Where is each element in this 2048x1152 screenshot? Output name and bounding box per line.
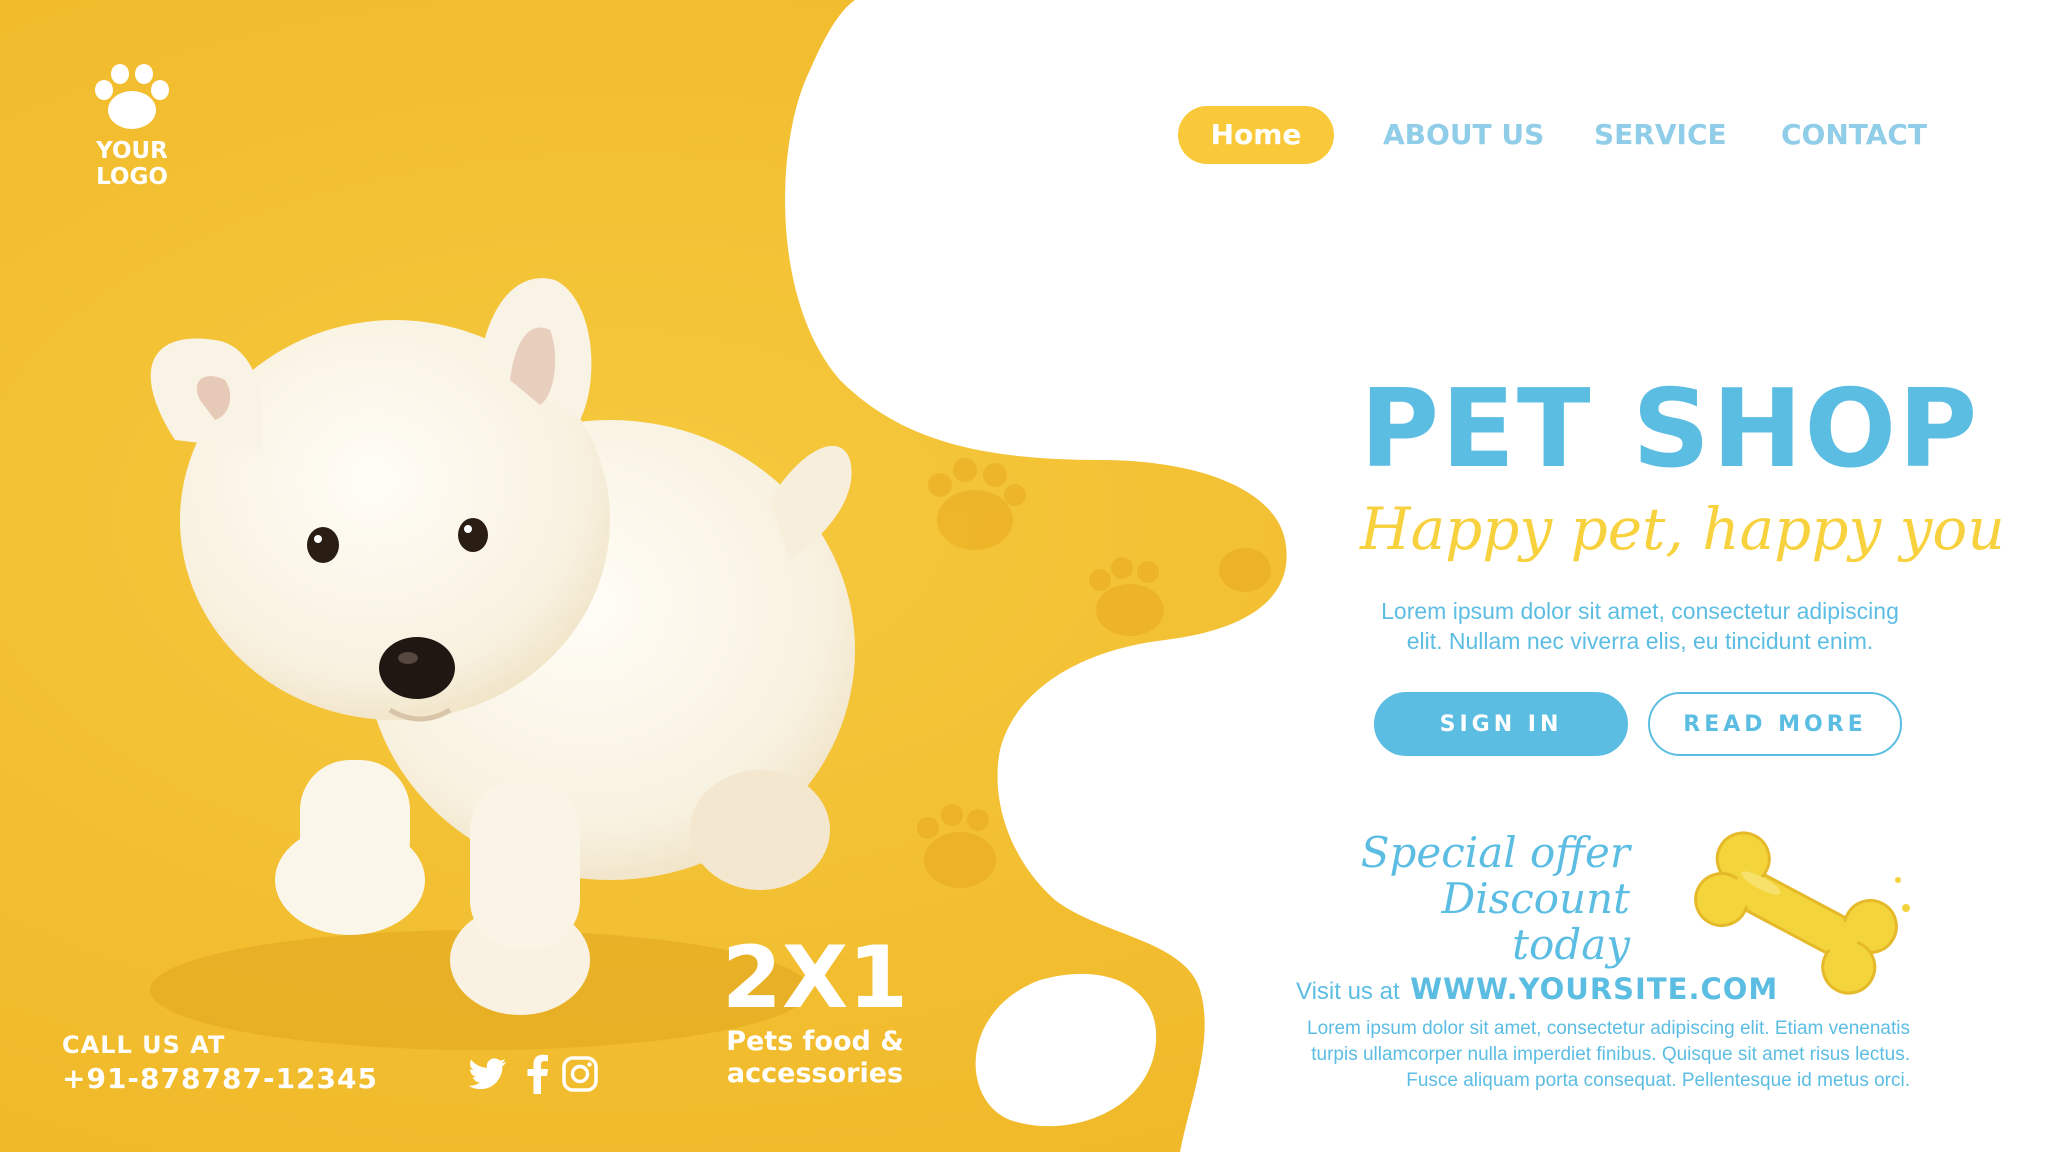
nav-home[interactable]: Home: [1178, 106, 1334, 164]
promo-line: Pets food &: [726, 1026, 904, 1057]
landing-page: YOUR LOGO Home ABOUT US SERVICE CONTACT …: [0, 0, 2048, 1152]
website-link[interactable]: WWW.YOURSITE.COM: [1410, 972, 1778, 1006]
page-title: PET SHOP: [1360, 367, 1980, 492]
special-offer: Special offer Discount today: [1330, 830, 1630, 968]
sign-in-button[interactable]: SIGN IN: [1374, 692, 1628, 756]
special-offer-line: Special offer: [1360, 828, 1630, 877]
logo[interactable]: YOUR LOGO: [62, 64, 202, 190]
footer-description-line: Fusce aliquam porta consequat. Pellentes…: [1406, 1070, 1910, 1091]
call-us: CALL US AT +91-878787-12345: [62, 1028, 378, 1096]
footer-description-line: Lorem ipsum dolor sit amet, consectetur …: [1307, 1018, 1910, 1039]
nav-service[interactable]: SERVICE: [1594, 106, 1727, 164]
logo-text: YOUR LOGO: [96, 138, 168, 190]
nav-contact[interactable]: CONTACT: [1781, 106, 1927, 164]
facebook-icon[interactable]: [518, 1054, 558, 1094]
visit-us: Visit us at WWW.YOURSITE.COM: [1296, 972, 1778, 1006]
hero-description-line: Lorem ipsum dolor sit amet, consectetur …: [1381, 598, 1899, 624]
promo: 2X1 Pets food & accessories: [700, 930, 930, 1090]
nav-about-us[interactable]: ABOUT US: [1383, 106, 1544, 164]
promo-headline: 2X1: [722, 928, 908, 1028]
discount-line: Discount today: [1441, 874, 1630, 969]
call-us-label: CALL US AT: [62, 1031, 226, 1059]
hero-subtitle: Happy pet, happy you: [1360, 495, 2005, 563]
promo-line: accessories: [726, 1058, 904, 1089]
hero-description-line: elit. Nullam nec viverra elis, eu tincid…: [1406, 628, 1874, 654]
twitter-icon[interactable]: [468, 1054, 508, 1094]
read-more-button[interactable]: READ MORE: [1648, 692, 1902, 756]
paw-icon: [95, 64, 169, 129]
footer-description: Lorem ipsum dolor sit amet, consectetur …: [1290, 1016, 1910, 1094]
footer-description-line: turpis ullamcorper nulla imperdiet finib…: [1311, 1044, 1910, 1065]
instagram-icon[interactable]: [560, 1054, 600, 1094]
visit-label: Visit us at: [1296, 978, 1400, 1005]
hero-description: Lorem ipsum dolor sit amet, consectetur …: [1340, 596, 1940, 656]
phone-number[interactable]: +91-878787-12345: [62, 1062, 378, 1096]
